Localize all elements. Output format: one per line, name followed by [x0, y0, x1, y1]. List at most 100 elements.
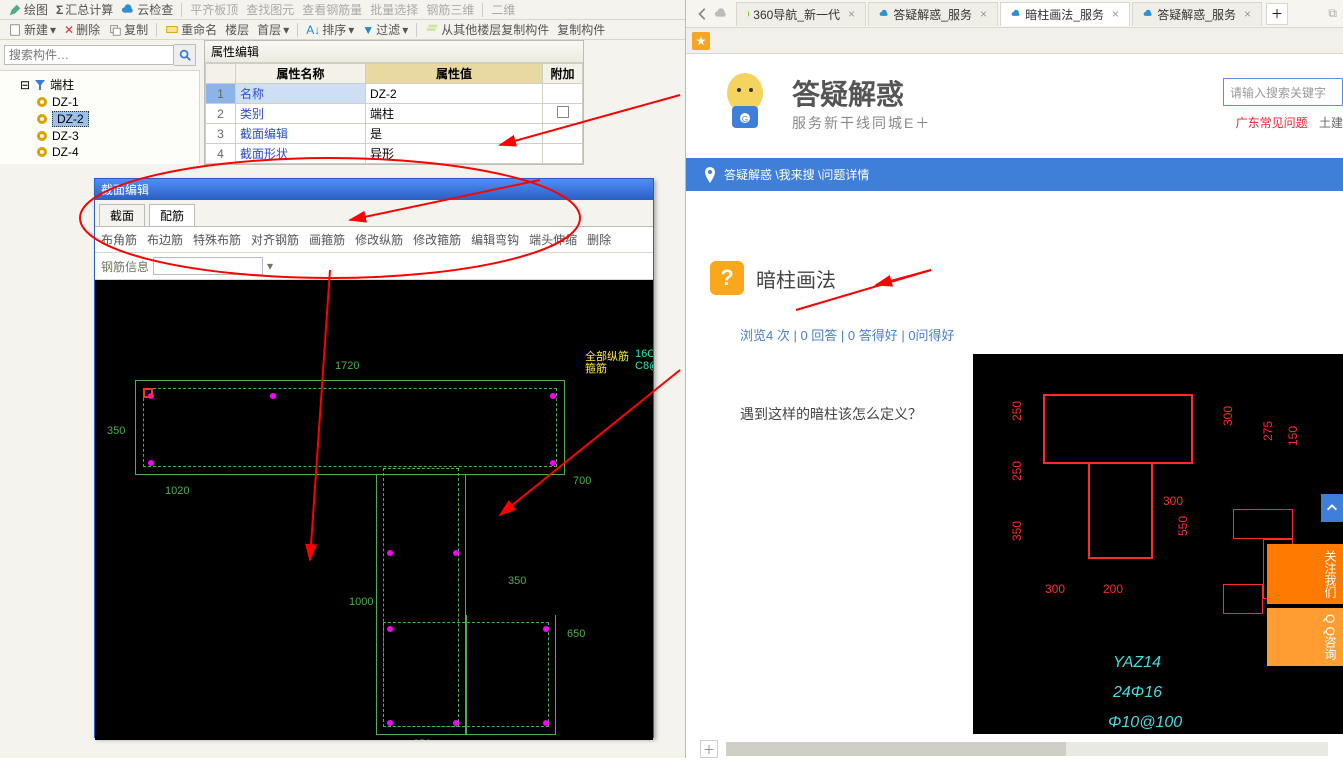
dim: 150 — [1286, 426, 1300, 446]
tool-delete[interactable]: ✕ 删除 — [62, 21, 102, 38]
dim: 350 — [508, 575, 526, 587]
tree-item-label: DZ-2 — [52, 111, 89, 127]
sec-tool-7[interactable]: 编辑弯钩 — [471, 231, 519, 248]
prop-attach[interactable] — [543, 84, 583, 104]
link-civil[interactable]: 土建 — [1319, 116, 1343, 130]
tool-copy[interactable]: 复制 — [106, 21, 150, 38]
breadcrumb[interactable]: 答疑解惑 \我来搜 \问题详情 — [724, 166, 869, 183]
badge-follow[interactable]: 关注我们 — [1267, 544, 1343, 604]
tool-sumcalc[interactable]: Σ 汇总计算 — [54, 1, 115, 18]
browser-tab[interactable]: 答疑解惑_服务× — [1132, 2, 1262, 26]
chevron-down-icon[interactable]: ▾ — [267, 259, 273, 273]
link-faq[interactable]: 广东常见问题 — [1236, 116, 1308, 130]
browser: 360导航_新一代×答疑解惑_服务×暗柱画法_服务×答疑解惑_服务× ＋ ⧉ ★… — [686, 0, 1343, 758]
search-button[interactable] — [174, 44, 196, 66]
gear-icon — [36, 113, 48, 125]
tool-new[interactable]: 新建 ▾ — [6, 21, 58, 38]
floor-label: 楼层 — [223, 21, 251, 38]
browser-tab[interactable]: 暗柱画法_服务 × — [1000, 2, 1130, 26]
sec-tool-5[interactable]: 修改纵筋 — [355, 231, 403, 248]
close-icon[interactable]: × — [1244, 7, 1251, 21]
quick-links: 广东常见问题 土建 — [1236, 114, 1343, 131]
tree-root[interactable]: ⊟ 端柱 — [20, 75, 195, 94]
close-icon[interactable]: × — [1112, 7, 1119, 21]
dim: 300 — [1045, 582, 1065, 596]
property-row[interactable]: 1名称DZ-2 — [206, 84, 583, 104]
badge-qq[interactable]: Q Q咨询 — [1267, 608, 1343, 666]
rebar-dot — [550, 393, 556, 399]
star-icon[interactable]: ★ — [692, 32, 710, 50]
sec-tool-0[interactable]: 布角筋 — [101, 231, 137, 248]
browser-tab[interactable]: 360导航_新一代× — [736, 2, 866, 26]
dim: 350 — [413, 738, 431, 740]
cloud-icon — [1143, 8, 1153, 20]
sec-tool-del: 删除 — [587, 231, 611, 248]
sec-tool-2[interactable]: 特殊布筋 — [193, 231, 241, 248]
tool-draw[interactable]: 绘图 — [6, 1, 50, 18]
prop-attach[interactable] — [543, 124, 583, 144]
prop-value[interactable]: DZ-2 — [366, 84, 543, 104]
tree-item[interactable]: DZ-4 — [36, 144, 195, 160]
tool-cloudcheck[interactable]: 云检查 — [119, 1, 175, 18]
floor-select[interactable]: 首层 ▾ — [255, 21, 291, 38]
property-row[interactable]: 3截面编辑是 — [206, 124, 583, 144]
gear-icon — [36, 130, 48, 142]
row-num: 4 — [206, 144, 236, 164]
label: 平齐板顶 — [190, 1, 238, 18]
tool-filter[interactable]: ▼ 过滤 ▾ — [360, 21, 410, 38]
close-icon[interactable]: × — [848, 7, 855, 21]
property-row[interactable]: 2类别端柱 — [206, 104, 583, 124]
page-search[interactable]: 请输入搜索关键字 — [1223, 78, 1343, 106]
scroll-thumb[interactable] — [726, 742, 1066, 756]
checkbox-icon[interactable] — [557, 106, 569, 118]
info-input[interactable] — [153, 257, 263, 275]
scroll-track[interactable] — [726, 742, 1328, 756]
shape — [1233, 509, 1293, 539]
tab-rebar[interactable]: 配筋 — [149, 204, 195, 226]
rebar-dot — [387, 720, 393, 726]
property-title: 属性编辑 — [205, 41, 583, 63]
sec-tool-8[interactable]: 端头伸缩 — [529, 231, 577, 248]
tab-section[interactable]: 截面 — [99, 204, 145, 226]
prop-attach[interactable] — [543, 144, 583, 164]
prop-value[interactable]: 端柱 — [366, 104, 543, 124]
new-tab-button[interactable]: ＋ — [1266, 3, 1288, 25]
cloud-icon — [1011, 8, 1021, 20]
x-icon: ✕ — [64, 23, 74, 37]
sec-tool-3[interactable]: 对齐钢筋 — [251, 231, 299, 248]
prop-value[interactable]: 异形 — [366, 144, 543, 164]
zoom-plus[interactable]: ＋ — [700, 740, 718, 758]
dim: 700 — [573, 475, 591, 487]
tree-item[interactable]: DZ-1 — [36, 94, 195, 110]
section-editor-window: 截面编辑 截面 配筋 布角筋 布边筋 特殊布筋 对齐钢筋 画箍筋 修改纵筋 修改… — [94, 178, 654, 738]
back-to-top[interactable] — [1321, 494, 1343, 522]
property-row[interactable]: 4截面形状异形 — [206, 144, 583, 164]
horizontal-scrollbar[interactable]: ＋ — [700, 740, 1328, 758]
prop-attach[interactable] — [543, 104, 583, 124]
sort-icon: A↓ — [306, 23, 320, 37]
tab-overflow-icon[interactable]: ⧉ — [1322, 6, 1343, 21]
tree-item[interactable]: DZ-2 — [36, 110, 195, 128]
tool-copymember[interactable]: 复制构件 — [555, 21, 607, 38]
label: 删除 — [76, 21, 100, 38]
sec-tool-1[interactable]: 布边筋 — [147, 231, 183, 248]
search-input[interactable] — [4, 45, 174, 65]
sec-tool-6[interactable]: 修改箍筋 — [413, 231, 461, 248]
left-icon[interactable] — [696, 7, 710, 21]
tab-label: 暗柱画法_服务 — [1025, 6, 1104, 23]
prop-value[interactable]: 是 — [366, 124, 543, 144]
prop-name: 类别 — [236, 104, 366, 124]
close-icon[interactable]: × — [980, 7, 987, 21]
cad-app: 绘图 Σ 汇总计算 云检查 平齐板顶 查找图元 查看钢筋量 批量选择 钢筋三维 … — [0, 0, 686, 758]
tool-sort[interactable]: A↓ 排序 ▾ — [304, 21, 356, 38]
section-canvas[interactable]: 1720 350 1020 700 350 1000 650 350 全部纵筋 … — [95, 280, 653, 740]
sec-tool-4[interactable]: 画箍筋 — [309, 231, 345, 248]
label: 重命名 — [181, 21, 217, 38]
cloud-icon[interactable] — [714, 7, 728, 21]
row-num: 1 — [206, 84, 236, 104]
tool-rename[interactable]: 重命名 — [163, 21, 219, 38]
browser-tab[interactable]: 答疑解惑_服务× — [868, 2, 998, 26]
tree-item[interactable]: DZ-3 — [36, 128, 195, 144]
tool-copyfromfloor[interactable]: 从其他楼层复制构件 — [423, 21, 551, 38]
separator — [482, 3, 483, 17]
